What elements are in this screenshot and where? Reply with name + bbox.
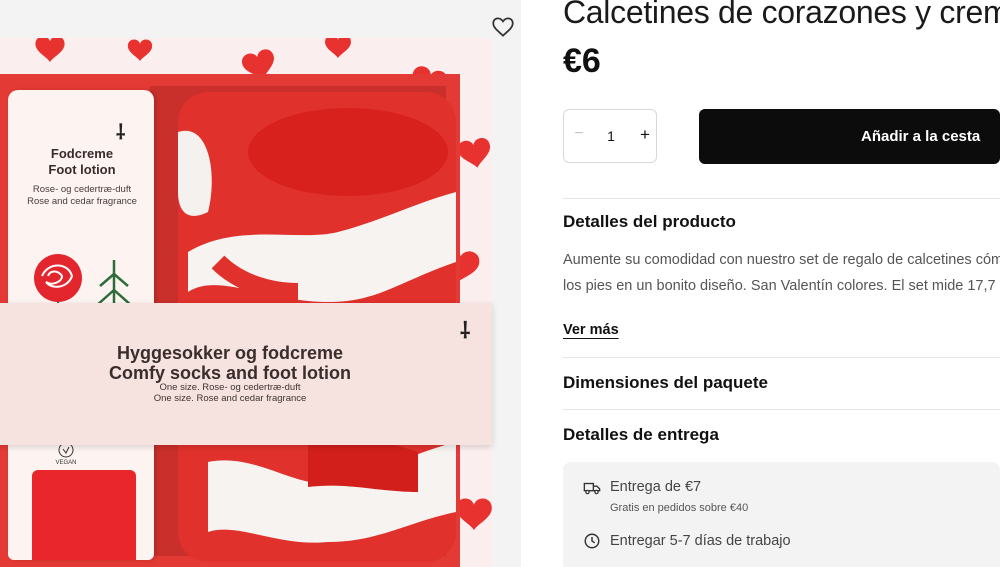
brand-logo-icon: ⸸ [460,318,471,343]
sleeve-sub-line2: One size. Rose and cedar fragrance [153,393,307,404]
divider [563,357,1000,358]
delivery-time: Entregar 5-7 días de trabajo [610,533,791,549]
clock-icon [584,533,600,549]
tube-title: Fodcreme Foot lotion [48,146,116,177]
quantity-stepper[interactable]: − 1 + [563,109,657,163]
shipping-cost: Entrega de €7 [610,479,702,495]
sleeve-subtitle: One size. Rose- og cedertræ-duft One siz… [0,382,460,404]
free-shipping-threshold: Gratis en pedidos sobre €40 [610,502,749,514]
product-price: €6 [563,42,601,80]
heart-outline-icon [492,17,514,37]
quantity-value[interactable]: 1 [596,128,626,144]
product-image[interactable]: ⸸ Fodcreme Foot lotion Rose- og cedertræ… [0,0,521,567]
product-sleeve: ⸸ Hyggesokker og fodcreme Comfy socks an… [0,303,492,445]
divider [563,409,1000,410]
quantity-decrease-button[interactable]: − [570,125,588,143]
tube-cap [32,470,136,560]
favorite-button[interactable] [490,14,516,40]
sleeve-title-line2: Comfy socks and foot lotion [108,363,351,383]
vegan-badge: VEGAN [44,442,88,466]
brand-logo-icon: ⸸ [116,122,126,144]
divider [563,198,1000,199]
description-fade [563,298,1000,320]
see-more-link[interactable]: Ver más [563,322,619,338]
sleeve-title-line1: Hyggesokker og fodcreme [116,343,344,363]
product-details-panel: Calcetines de corazones y crem €6 − 1 + … [563,0,1000,567]
product-title: Calcetines de corazones y crem [563,0,1000,30]
product-details-heading[interactable]: Detalles del producto [563,212,736,232]
package-dimensions-heading[interactable]: Dimensiones del paquete [563,373,768,393]
tube-subtitle: Rose- og cedertræ-duft Rose and cedar fr… [27,184,137,207]
delivery-details-heading[interactable]: Detalles de entrega [563,425,719,445]
delivery-info-card: Entrega de €7 Gratis en pedidos sobre €4… [563,462,1000,567]
description-line: los pies en un bonito diseño. San Valent… [563,278,1000,294]
add-to-cart-button[interactable]: Añadir a la cesta [699,109,1000,164]
truck-icon [583,482,601,495]
description-line: Aumente su comodidad con nuestro set de … [563,252,1000,268]
quantity-increase-button[interactable]: + [636,125,654,145]
sleeve-title: Hyggesokker og fodcreme Comfy socks and … [0,343,460,383]
vegan-label: VEGAN [55,460,77,466]
sleeve-sub-line1: One size. Rose- og cedertræ-duft [159,382,301,393]
